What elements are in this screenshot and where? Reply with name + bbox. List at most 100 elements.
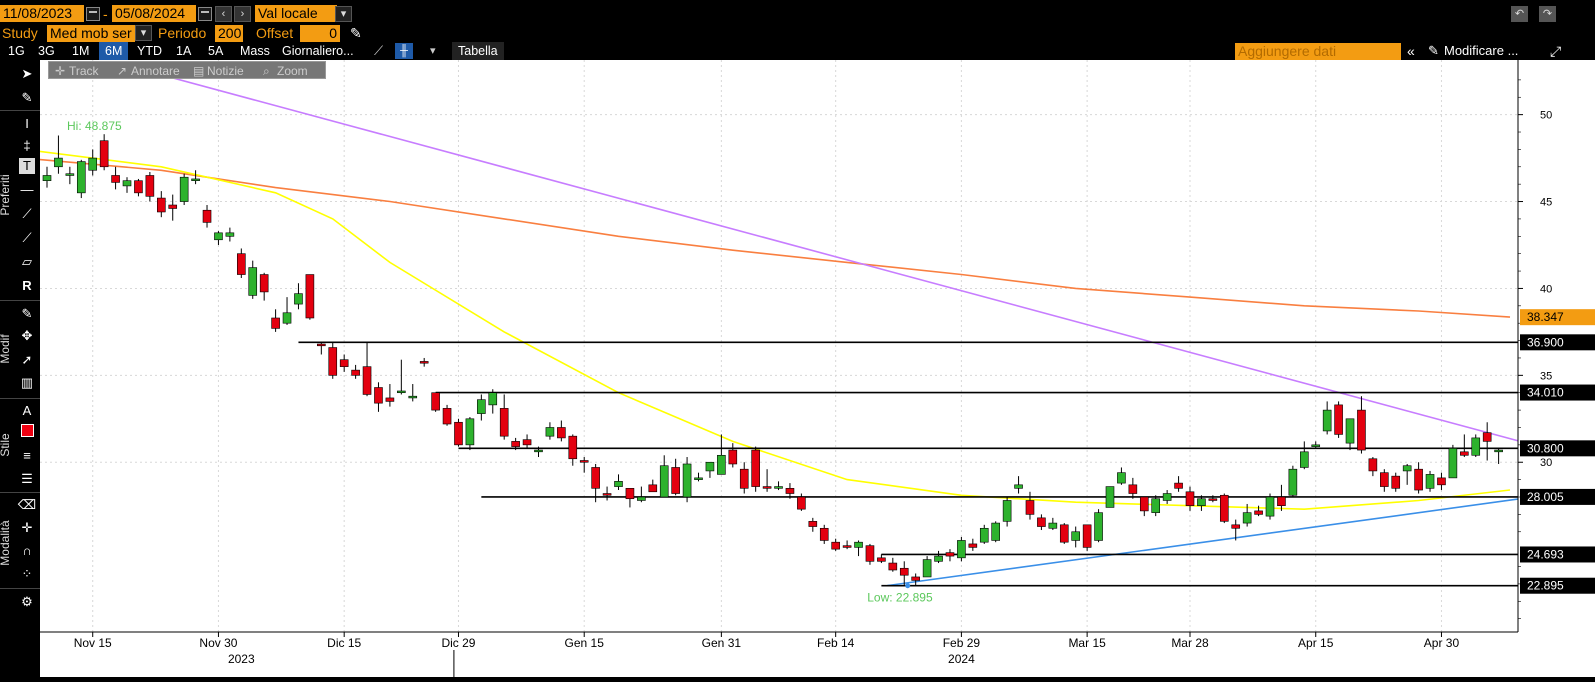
modify-button[interactable]: Modificare ... (1444, 42, 1518, 60)
candle-up (191, 178, 200, 181)
tabella-button[interactable]: Tabella (452, 42, 504, 60)
prev-period-button[interactable]: ‹ (215, 6, 232, 22)
news-button[interactable]: Notizie (207, 63, 244, 79)
tab-mass[interactable]: Mass (234, 42, 276, 60)
modify-pencil-icon[interactable]: ✎ (1428, 42, 1439, 60)
line-style-icon[interactable]: ☰ (17, 469, 37, 489)
study-dropdown-icon[interactable]: ▾ (135, 25, 152, 41)
tab-frequency[interactable]: Giornaliero... (276, 42, 360, 60)
annotate-button[interactable]: Annotare (131, 63, 180, 79)
track-icon[interactable]: ✛ (55, 63, 65, 79)
style-section-label: Stile (0, 433, 12, 457)
candle-down (899, 567, 909, 576)
news-icon[interactable]: ▤ (193, 63, 204, 79)
candle-down (1082, 524, 1092, 548)
price-tag-label: 30.800 (1527, 441, 1564, 455)
zoom-button[interactable]: Zoom (277, 63, 308, 79)
chart-area[interactable]: Hi: 48.875 Low: 22.895 30 35 40 45 50 38.347 36.… (23, 60, 1595, 677)
chart-type-dropdown-icon[interactable]: ▾ (430, 42, 436, 60)
tab-ytd[interactable]: YTD (131, 42, 168, 60)
add-data-input[interactable]: Aggiungere dati (1235, 43, 1401, 60)
tab-1m[interactable]: 1M (66, 42, 95, 60)
drawing-sidebar: ➤ ✎ Preferiti I ‡ T — ⟋ ⟋ ▱ R Modif ✎ ✥ … (0, 60, 40, 677)
crosshair-icon[interactable]: ✛ (17, 518, 37, 538)
settings-gear-icon[interactable]: ⚙ (17, 592, 37, 612)
candle-up (54, 157, 63, 168)
tab-1g[interactable]: 1G (2, 42, 31, 60)
candle-up (1014, 484, 1023, 489)
end-date-field[interactable]: 05/08/2024 (112, 5, 196, 22)
candle-down (1414, 468, 1423, 491)
candle-up (1105, 486, 1115, 508)
color-dots-icon[interactable]: ⁘ (17, 564, 37, 584)
tab-5a[interactable]: 5A (202, 42, 229, 60)
expand-icon[interactable]: ⤢ (1550, 42, 1561, 60)
candle-down (454, 421, 463, 446)
tab-1a[interactable]: 1A (170, 42, 197, 60)
candle-down (259, 274, 269, 293)
candle-up (397, 390, 406, 394)
candle-down (168, 204, 178, 209)
select-move-icon[interactable]: ➚ (17, 350, 37, 370)
horizontal-line-icon[interactable]: — (17, 180, 37, 200)
period-field[interactable]: 200 (215, 25, 243, 42)
candlestick-chart[interactable]: Hi: 48.875 Low: 22.895 30 35 40 45 50 38.347 36.… (23, 60, 1595, 677)
start-date-field[interactable]: 11/08/2023 (0, 5, 84, 22)
candle-up (774, 486, 783, 489)
candle-up (248, 267, 258, 296)
candle-down (111, 175, 120, 183)
line-chart-icon[interactable]: ⟋ (374, 42, 383, 60)
redo-icon[interactable]: ↷ (1539, 6, 1556, 22)
draw-line-icon[interactable]: ✎ (17, 88, 37, 108)
edit-icon[interactable]: ✎ (17, 304, 37, 324)
price-range-icon[interactable]: ‡ (17, 136, 37, 156)
zoom-icon[interactable]: ⌕ (263, 63, 270, 79)
candle-up (717, 454, 726, 475)
annotate-icon[interactable]: ↗ (117, 63, 127, 79)
trendline-icon[interactable]: ⟋ (17, 204, 37, 224)
text-measure-icon[interactable]: I (17, 114, 37, 134)
study-select[interactable]: Med mob ser (47, 25, 135, 42)
candle-down (945, 552, 955, 557)
font-icon[interactable]: A (17, 401, 37, 421)
candle-up (1242, 512, 1252, 524)
offset-field[interactable]: 0 (300, 25, 340, 42)
price-tag-label: 28.005 (1527, 490, 1564, 504)
candle-down (419, 361, 429, 364)
eraser-icon[interactable]: ⌫ (17, 495, 37, 515)
move-icon[interactable]: ✥ (17, 326, 37, 346)
candle-down (1208, 498, 1218, 501)
candle-down (134, 180, 143, 194)
pencil-icon[interactable]: ✎ (350, 24, 362, 42)
candle-down (1437, 477, 1446, 486)
currency-dropdown-icon[interactable]: ▾ (335, 6, 352, 22)
next-period-button[interactable]: › (234, 6, 251, 22)
track-button[interactable]: Track (69, 63, 99, 79)
text-tool-icon[interactable]: T (19, 158, 35, 174)
candle-chart-icon[interactable]: ╫ (395, 43, 413, 59)
line-width-icon[interactable]: ≡ (17, 446, 37, 466)
end-calendar-icon[interactable] (198, 7, 212, 21)
candle-up (465, 418, 475, 446)
candle-down (442, 408, 452, 425)
candle-up (225, 232, 235, 237)
magnet-icon[interactable]: ∩ (17, 541, 37, 561)
tab-3g[interactable]: 3G (32, 42, 61, 60)
cursor-icon[interactable]: ➤ (17, 64, 37, 84)
period-label: Periodo (158, 25, 207, 41)
candle-down (374, 387, 383, 404)
candle-down (728, 449, 738, 465)
ray-icon[interactable]: ⟋ (17, 228, 37, 248)
start-calendar-icon[interactable] (86, 7, 100, 21)
candle-down (579, 460, 589, 463)
candle-up (659, 465, 669, 498)
regression-icon[interactable]: R (17, 276, 37, 296)
trash-icon[interactable]: ▥ (17, 373, 37, 393)
undo-icon[interactable]: ↶ (1511, 6, 1528, 22)
channel-icon[interactable]: ▱ (17, 252, 37, 272)
collapse-icon[interactable]: « (1407, 42, 1415, 60)
tab-6m[interactable]: 6M (99, 42, 129, 60)
color-picker-icon[interactable] (17, 423, 37, 443)
candle-down (877, 557, 886, 562)
currency-select[interactable]: Val locale (255, 5, 337, 22)
